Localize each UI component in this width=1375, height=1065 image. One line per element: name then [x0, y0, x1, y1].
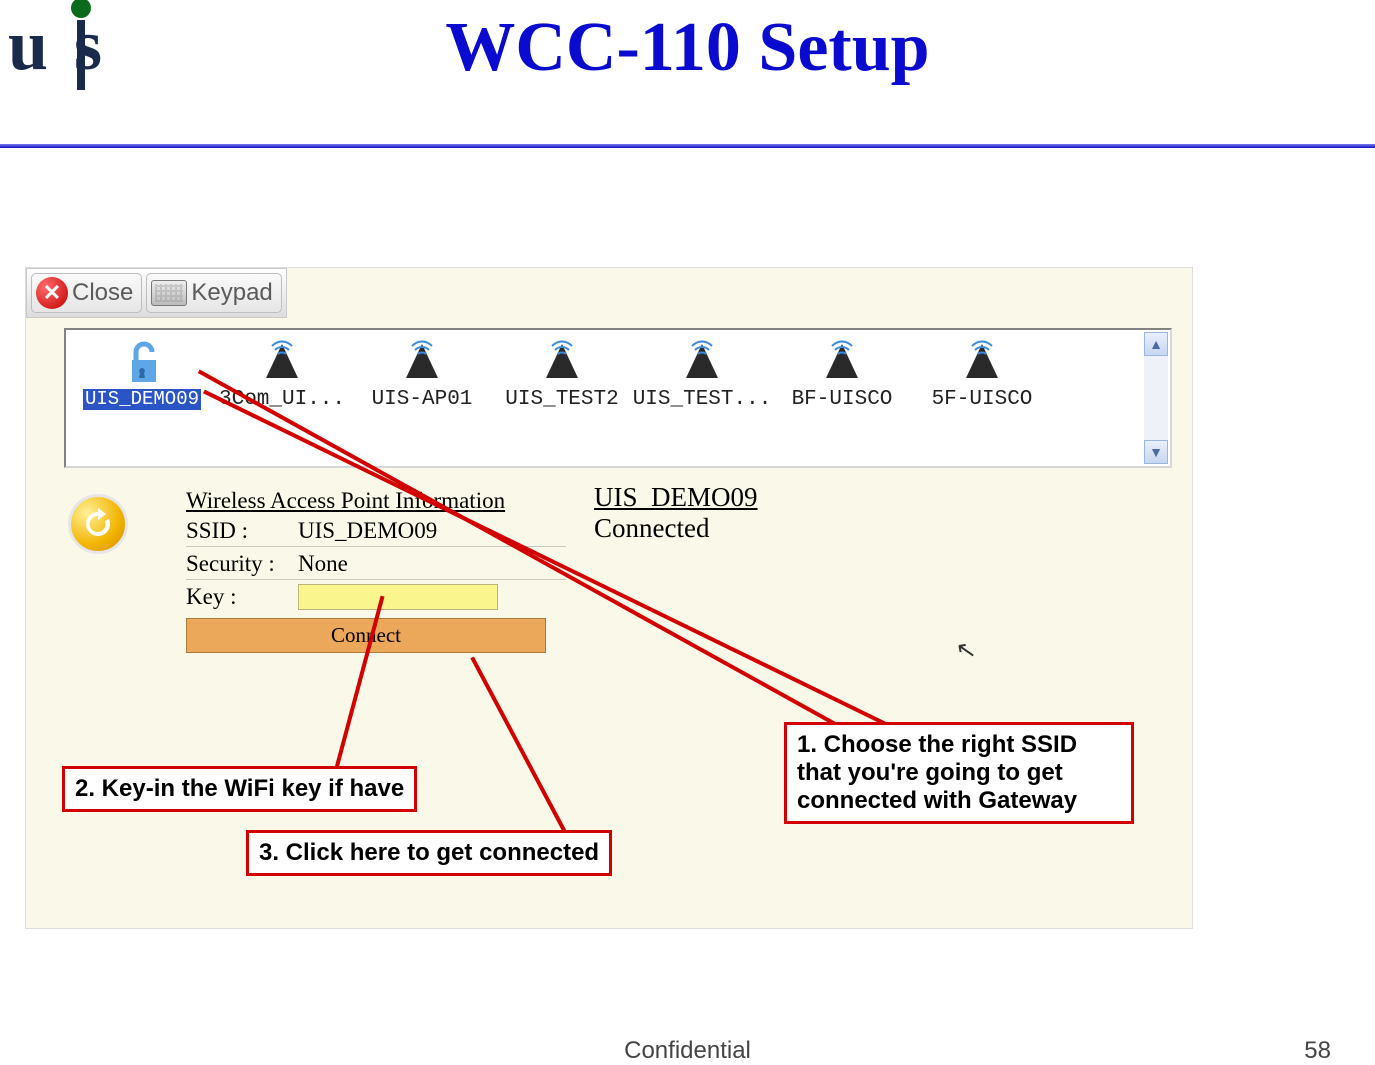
- connection-status: UIS_DEMO09 Connected: [594, 482, 758, 544]
- scroll-down-icon[interactable]: ▼: [1144, 440, 1168, 464]
- cursor-icon: ↖: [954, 634, 979, 666]
- ssid-item[interactable]: UIS_TEST2: [492, 338, 632, 458]
- access-point-icon: [678, 338, 726, 386]
- ssid-label: 5F-UISCO: [932, 388, 1033, 411]
- refresh-icon: [80, 506, 116, 542]
- close-label: Close: [72, 279, 133, 307]
- app-screenshot: ✕ Close Keypad UIS_DEMO09 3Com_UI... UIS…: [26, 268, 1192, 928]
- ssid-selected-label: UIS_DEMO09: [83, 389, 201, 410]
- ssid-label: UIS_TEST2: [505, 388, 618, 411]
- access-point-icon: [538, 338, 586, 386]
- wifi-key-input[interactable]: [298, 584, 498, 610]
- key-label: Key :: [186, 584, 286, 610]
- callout-1: 1. Choose the right SSID that you're goi…: [784, 722, 1134, 824]
- access-point-icon: [818, 338, 866, 386]
- keyboard-icon: [151, 280, 187, 306]
- ssid-label: UIS-AP01: [372, 388, 473, 411]
- ssid-list: UIS_DEMO09 3Com_UI... UIS-AP01 UIS_TEST2…: [64, 328, 1172, 468]
- close-button[interactable]: ✕ Close: [31, 273, 142, 313]
- unlocked-icon: [118, 338, 166, 386]
- callout-3: 3. Click here to get connected: [246, 830, 612, 876]
- status-ssid: UIS_DEMO09: [594, 482, 758, 513]
- status-state: Connected: [594, 513, 758, 544]
- keypad-label: Keypad: [191, 279, 272, 307]
- access-point-icon: [398, 338, 446, 386]
- confidential-label: Confidential: [624, 1037, 751, 1065]
- scrollbar[interactable]: ▲ ▼: [1144, 332, 1168, 464]
- ssid-label: BF-UISCO: [792, 388, 893, 411]
- ssid-item[interactable]: UIS-AP01: [352, 338, 492, 458]
- info-title: Wireless Access Point Information: [186, 488, 566, 514]
- scroll-up-icon[interactable]: ▲: [1144, 332, 1168, 356]
- ssid-item[interactable]: 3Com_UI...: [212, 338, 352, 458]
- key-row: Key :: [186, 584, 566, 612]
- keypad-button[interactable]: Keypad: [146, 273, 281, 313]
- security-label: Security :: [186, 551, 286, 577]
- ssid-label: UIS_TEST...: [633, 388, 772, 411]
- access-point-icon: [958, 338, 1006, 386]
- ssid-item[interactable]: UIS_TEST...: [632, 338, 772, 458]
- refresh-button[interactable]: [68, 494, 128, 554]
- callout-line-3: [470, 656, 567, 834]
- ssid-item[interactable]: 5F-UISCO: [912, 338, 1052, 458]
- access-point-icon: [258, 338, 306, 386]
- security-value: None: [298, 551, 348, 577]
- ssid-label: SSID :: [186, 518, 286, 544]
- ssid-item-selected[interactable]: UIS_DEMO09: [72, 338, 212, 458]
- title-rule: [0, 144, 1375, 148]
- close-icon: ✕: [36, 277, 68, 309]
- page-number: 58: [1304, 1037, 1331, 1065]
- app-toolbar: ✕ Close Keypad: [26, 268, 287, 318]
- slide-header: u s WCC-110 Setup: [0, 0, 1375, 130]
- security-row: Security : None: [186, 551, 566, 580]
- callout-2: 2. Key-in the WiFi key if have: [62, 766, 417, 812]
- ssid-value: UIS_DEMO09: [298, 518, 437, 544]
- ssid-item[interactable]: BF-UISCO: [772, 338, 912, 458]
- page-title: WCC-110 Setup: [0, 8, 1375, 88]
